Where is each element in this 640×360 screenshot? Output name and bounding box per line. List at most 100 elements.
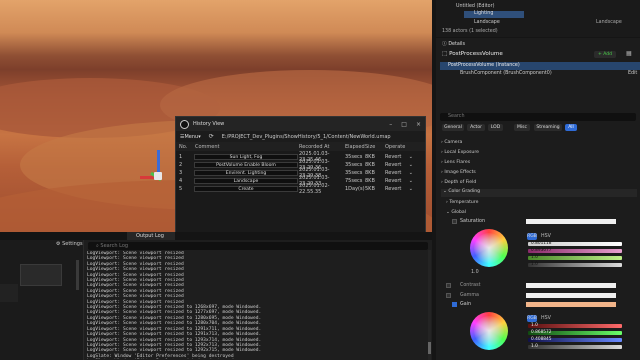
component-child-label: BrushComponent (BrushComponent0) bbox=[460, 71, 552, 76]
row-comment[interactable]: Create bbox=[194, 185, 298, 193]
contrast-checkbox[interactable] bbox=[446, 283, 451, 288]
close-icon[interactable]: × bbox=[416, 121, 421, 128]
revert-button[interactable]: Revert ⌄ bbox=[385, 186, 413, 192]
hsv-label: HSV bbox=[541, 234, 551, 239]
category-temperature[interactable]: › Temperature bbox=[446, 200, 478, 205]
revert-button[interactable]: Revert ⌄ bbox=[385, 154, 413, 160]
row-size: 8KB bbox=[365, 154, 375, 160]
col-recorded-at: Recorded At bbox=[299, 143, 330, 150]
row-size: 5KB bbox=[365, 186, 375, 192]
gamma-swatch[interactable] bbox=[526, 293, 616, 298]
grid-icon[interactable]: ▦ bbox=[626, 50, 632, 57]
saturation-color-wheel[interactable] bbox=[470, 229, 508, 267]
row-elapsed: 1Day(s) bbox=[345, 186, 365, 192]
component-child[interactable]: BrushComponent (BrushComponent0) bbox=[460, 71, 552, 76]
search-log-input[interactable]: ⌕ Search Log bbox=[88, 242, 428, 250]
gamma-checkbox[interactable] bbox=[446, 293, 451, 298]
contrast-label: Contrast bbox=[460, 283, 481, 288]
history-table-header: No. Comment Recorded At Elapsed Size Ope… bbox=[176, 142, 425, 151]
gain-checkbox[interactable] bbox=[452, 302, 457, 307]
filter-actor[interactable]: Actor bbox=[467, 124, 485, 131]
col-no: No. bbox=[179, 143, 188, 150]
thumbnail[interactable] bbox=[0, 284, 18, 302]
revert-label: Revert bbox=[385, 186, 402, 192]
revert-button[interactable]: Revert ⌄ bbox=[385, 178, 413, 184]
rgb-label: RGB bbox=[527, 234, 537, 239]
sat-bar-b[interactable] bbox=[528, 256, 622, 260]
hsv-mode-button[interactable]: HSV bbox=[541, 234, 551, 239]
row-comment[interactable]: Sun Light, Fog bbox=[194, 153, 298, 161]
category-label: Depth of Field bbox=[444, 180, 477, 185]
log-scrollbar[interactable] bbox=[428, 250, 431, 360]
details-tab[interactable]: ⓘ Details bbox=[442, 40, 465, 47]
filter-lod[interactable]: LOD bbox=[488, 124, 503, 131]
row-no: 1 bbox=[179, 154, 183, 160]
filter-label: All bbox=[568, 125, 574, 130]
filter-streaming[interactable]: Streaming bbox=[534, 124, 562, 131]
menu-button[interactable]: ☰Menu▾ bbox=[180, 134, 201, 140]
scrollbar[interactable] bbox=[76, 260, 79, 290]
filter-misc[interactable]: Misc bbox=[514, 124, 530, 131]
category-label: Temperature bbox=[449, 200, 479, 205]
category-image-effects[interactable]: › Image Effects bbox=[441, 170, 476, 175]
category-local-exposure[interactable]: › Local Exposure bbox=[441, 150, 479, 155]
category-depth-of-field[interactable]: › Depth of Field bbox=[441, 180, 476, 185]
category-global[interactable]: ⌄ Global bbox=[446, 210, 466, 215]
gain-hsv-mode-button[interactable]: HSV bbox=[541, 316, 551, 321]
bottom-tabstrip bbox=[0, 232, 432, 240]
filter-all[interactable]: All bbox=[565, 124, 577, 131]
category-color-grading[interactable]: ⌄ Color Grading bbox=[441, 189, 637, 197]
outliner-item-landscape[interactable]: Landscape bbox=[464, 20, 500, 25]
maximize-icon[interactable]: □ bbox=[401, 121, 407, 128]
category-lens-flares[interactable]: › Lens Flares bbox=[441, 160, 470, 165]
saturation-checkbox[interactable] bbox=[452, 219, 457, 224]
component-root[interactable]: PostProcessVolume (Instance) bbox=[440, 62, 640, 70]
filter-label: Streaming bbox=[536, 125, 560, 130]
component-edit-link[interactable]: Edit bbox=[628, 71, 637, 76]
saturation-swatch[interactable] bbox=[526, 219, 616, 224]
gain-rgb-mode-button[interactable]: RGB bbox=[527, 315, 537, 322]
col-comment: Comment bbox=[195, 143, 220, 150]
rgb-mode-button[interactable]: RGB bbox=[527, 233, 537, 240]
gain-bar-r[interactable] bbox=[528, 324, 622, 328]
gain-swatch[interactable] bbox=[526, 302, 616, 307]
row-elapsed: 35secs bbox=[345, 170, 363, 176]
gamma-label: Gamma bbox=[460, 293, 479, 298]
row-comment[interactable]: Landscape bbox=[194, 177, 298, 185]
outliner-item-lighting[interactable]: Lighting bbox=[464, 11, 524, 18]
row-comment[interactable]: Envirent. Lighting bbox=[194, 169, 298, 177]
history-row[interactable]: 5 Create 2025.01.02-22.55.35 1Day(s) 5KB… bbox=[176, 183, 425, 195]
minimize-icon[interactable]: – bbox=[389, 121, 392, 128]
refresh-icon[interactable]: ⟳ bbox=[209, 133, 214, 140]
history-rows: 1 Sun Light, Fog 2025.01.03-23.25.46 35s… bbox=[176, 151, 425, 195]
tab-output-log[interactable]: Output Log bbox=[127, 232, 175, 240]
category-camera[interactable]: › Camera bbox=[441, 140, 462, 145]
gizmo-center[interactable] bbox=[154, 172, 162, 180]
menu-label: Menu bbox=[184, 133, 199, 140]
row-elapsed: 35secs bbox=[345, 162, 363, 168]
row-elapsed: 75secs bbox=[345, 178, 363, 184]
saturation-label: Saturation bbox=[460, 219, 486, 224]
category-label: Camera bbox=[444, 140, 463, 145]
saturation-wheel-value: 1.0 bbox=[471, 270, 479, 275]
gain-color-wheel[interactable] bbox=[470, 312, 508, 350]
output-log-text: LogViewport: Scene viewport resized LogVi… bbox=[87, 251, 427, 359]
contrast-swatch[interactable] bbox=[526, 283, 616, 288]
revert-button[interactable]: Revert ⌄ bbox=[385, 170, 413, 176]
sat-bar-a[interactable] bbox=[528, 263, 622, 267]
gain-label: Gain bbox=[460, 302, 472, 307]
details-search-input[interactable]: Search bbox=[440, 113, 636, 121]
thumbnail[interactable] bbox=[20, 264, 62, 286]
rgb-label: RGB bbox=[527, 316, 537, 321]
gain-bar-a[interactable] bbox=[528, 345, 622, 349]
row-comment[interactable]: PostVolume Enable Bloom bbox=[194, 161, 298, 169]
revert-button[interactable]: Revert ⌄ bbox=[385, 162, 413, 168]
settings-button[interactable]: ⚙ Settings bbox=[56, 241, 83, 247]
history-titlebar[interactable]: History View – □ × bbox=[176, 117, 425, 131]
chevron-down-icon: ⌄ bbox=[408, 162, 413, 168]
filter-general[interactable]: General bbox=[442, 124, 464, 131]
outliner-item-label: Lighting bbox=[474, 11, 494, 16]
add-component-button[interactable]: + Add bbox=[594, 51, 616, 58]
outliner-item[interactable]: Untitled (Editor) bbox=[456, 4, 494, 9]
revert-label: Revert bbox=[385, 178, 402, 184]
